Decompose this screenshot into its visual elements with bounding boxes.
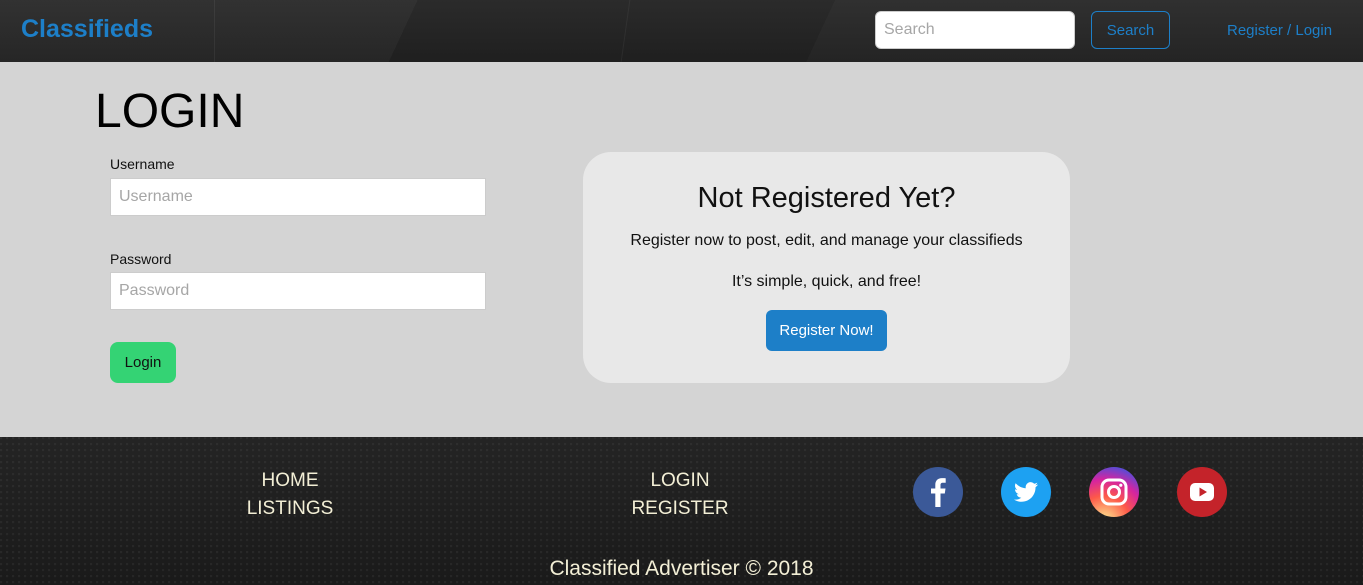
password-label: Password: [110, 251, 172, 267]
page-title: LOGIN: [95, 85, 245, 138]
promo-text: Register now to post, edit, and manage y…: [630, 232, 1023, 249]
password-field[interactable]: [110, 272, 486, 310]
username-label: Username: [110, 156, 175, 172]
promo-heading: Not Registered Yet?: [697, 182, 956, 214]
copyright-text: Classified Advertiser © 2018: [549, 557, 814, 580]
footer-link-login[interactable]: LOGIN: [600, 470, 760, 492]
youtube-icon[interactable]: [1177, 467, 1227, 517]
register-promo-panel: Not Registered Yet? Register now to post…: [583, 152, 1070, 383]
promo-subtext: It’s simple, quick, and free!: [731, 273, 922, 290]
search-input[interactable]: [875, 11, 1075, 49]
login-button[interactable]: Login: [110, 342, 176, 383]
brand-logo-link[interactable]: Classifieds: [21, 15, 153, 44]
header-texture-line: [214, 0, 215, 62]
header-texture-line: [620, 0, 631, 62]
footer-link-register[interactable]: REGISTER: [600, 498, 760, 520]
username-field[interactable]: [110, 178, 486, 216]
search-button[interactable]: Search: [1091, 11, 1170, 49]
register-now-button[interactable]: Register Now!: [766, 310, 887, 351]
facebook-icon[interactable]: [913, 467, 963, 517]
top-navbar: Classifieds Search Register / Login: [0, 0, 1363, 62]
register-login-link[interactable]: Register / Login: [1227, 22, 1332, 39]
footer-link-home[interactable]: HOME: [210, 470, 370, 492]
twitter-icon[interactable]: [1001, 467, 1051, 517]
footer-link-listings[interactable]: LISTINGS: [210, 498, 370, 520]
instagram-icon[interactable]: [1089, 467, 1139, 517]
